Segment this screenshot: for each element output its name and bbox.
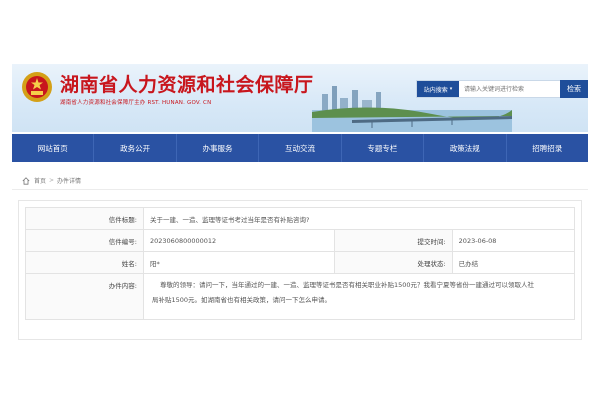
nav-item-policy[interactable]: 政策法规: [424, 134, 507, 162]
site-subtitle: 湖南省人力资源和社会保障厅主办 RST. HUNAN. GOV. CN: [60, 100, 212, 106]
letter-detail-panel: 信件标题: 关于一建、一造、监理等证书考过当年是否有补贴咨询? 信件编号: 20…: [18, 200, 582, 340]
table-row: 姓名: 阳* 处理状态: 已办结: [25, 251, 576, 274]
main-nav: 网站首页 政务公开 办事服务 互动交流 专题专栏 政策法规 招聘招录: [12, 134, 588, 162]
name-value: 阳*: [143, 251, 335, 274]
site-title: 湖南省人力资源和社会保障厅: [60, 74, 314, 96]
letter-detail-table: 信件标题: 关于一建、一造、监理等证书考过当年是否有补贴咨询? 信件编号: 20…: [25, 207, 576, 320]
search-input[interactable]: [459, 81, 573, 97]
content-value: 尊敬的领导：请问一下，当年通过的一建、一造、监理等证书是否有相关职业补贴1500…: [143, 273, 575, 320]
search-button[interactable]: 检索: [560, 80, 588, 98]
table-row: 信件编号: 2023060800000012 提交时间: 2023-06-08: [25, 229, 576, 252]
title-label: 信件标题:: [25, 207, 144, 230]
search-box: 站内搜索 ▾: [416, 80, 574, 98]
page: 湖南省人力资源和社会保障厅 湖南省人力资源和社会保障厅主办 RST. HUNAN…: [12, 64, 588, 340]
nav-item-services[interactable]: 办事服务: [177, 134, 260, 162]
national-emblem-icon: [22, 72, 52, 102]
chevron-down-icon: ▾: [449, 86, 453, 92]
breadcrumb: 首页 > 办件详情: [12, 172, 588, 190]
number-label: 信件编号:: [25, 229, 144, 252]
date-value: 2023-06-08: [451, 229, 576, 252]
number-value: 2023060800000012: [143, 229, 335, 252]
breadcrumb-current: 办件详情: [57, 178, 82, 185]
nav-item-gov-affairs[interactable]: 政务公开: [94, 134, 177, 162]
nav-item-home[interactable]: 网站首页: [12, 134, 95, 162]
home-icon: [22, 176, 30, 185]
nav-item-interaction[interactable]: 互动交流: [259, 134, 342, 162]
nav-item-recruitment[interactable]: 招聘招录: [507, 134, 588, 162]
breadcrumb-home-link[interactable]: 首页: [34, 176, 46, 185]
nav-item-topics[interactable]: 专题专栏: [342, 134, 425, 162]
status-label: 处理状态:: [333, 251, 453, 274]
table-row: 办件内容: 尊敬的领导：请问一下，当年通过的一建、一造、监理等证书是否有相关职业…: [25, 273, 575, 320]
table-row: 信件标题: 关于一建、一造、监理等证书考过当年是否有补贴咨询?: [25, 207, 575, 230]
content-line-2: 局补贴1500元。如湖南省也有相关政策，请问一下怎么申请。: [152, 296, 332, 304]
header-banner: 湖南省人力资源和社会保障厅 湖南省人力资源和社会保障厅主办 RST. HUNAN…: [12, 64, 588, 132]
title-value: 关于一建、一造、监理等证书考过当年是否有补贴咨询?: [143, 207, 575, 230]
status-value: 已办结: [451, 251, 576, 274]
search-scope-label: 站内搜索: [423, 86, 448, 94]
content-line-1: 尊敬的领导：请问一下，当年通过的一建、一造、监理等证书是否有相关职业补贴1500…: [160, 281, 535, 289]
content-label: 办件内容:: [25, 273, 144, 320]
date-label: 提交时间:: [333, 229, 453, 252]
search-scope-select[interactable]: 站内搜索 ▾: [417, 81, 459, 97]
name-label: 姓名:: [25, 251, 144, 274]
breadcrumb-separator: >: [49, 177, 55, 184]
